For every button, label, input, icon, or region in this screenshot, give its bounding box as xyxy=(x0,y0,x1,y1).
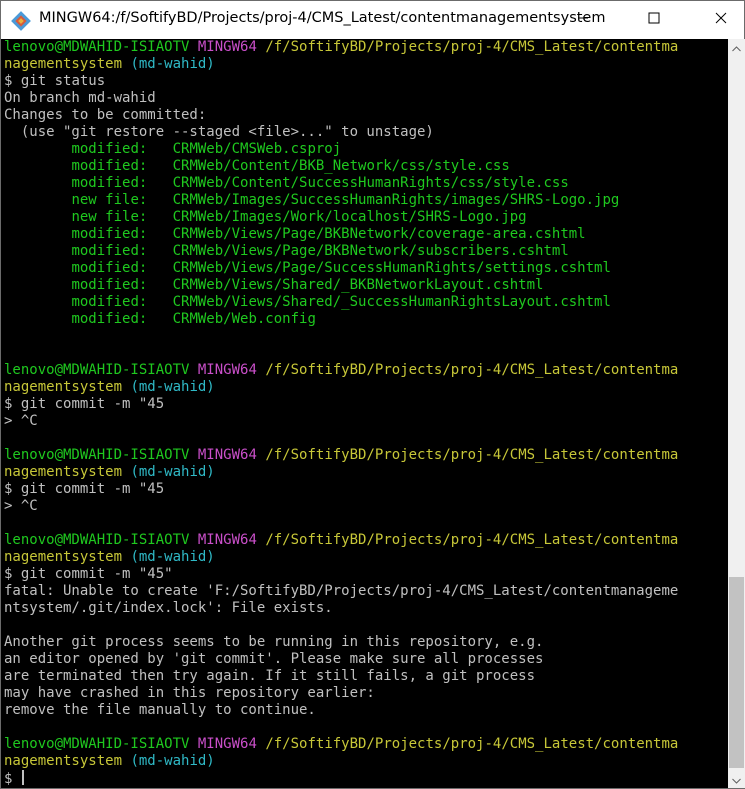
change-file: CRMWeb/CMSWeb.csproj xyxy=(172,141,342,157)
minimize-button[interactable] xyxy=(560,1,606,39)
change-file: CRMWeb/Content/BKB_Network/css/style.css xyxy=(172,158,510,174)
change-file: CRMWeb/Views/Shared/_SuccessHumanRightsL… xyxy=(172,294,611,310)
error-line: fatal: Unable to create 'F:/SoftifyBD/Pr… xyxy=(4,583,679,599)
prompt-line-wrap: nagementsystem (md-wahid) xyxy=(4,56,728,73)
command-line: $ git commit -m "45" xyxy=(4,566,173,582)
command-line: $ git status xyxy=(4,73,106,89)
change-type: modified: xyxy=(71,175,148,191)
change-file: CRMWeb/Views/Shared/_BKBNetworkLayout.cs… xyxy=(172,277,544,293)
close-button[interactable] xyxy=(698,1,744,39)
staged-change-item: modified: CRMWeb/Views/Shared/_BKBNetwor… xyxy=(4,277,728,294)
staged-change-item: modified: CRMWeb/Views/Shared/_SuccessHu… xyxy=(4,294,728,311)
git-bash-icon xyxy=(11,11,31,31)
close-icon xyxy=(715,11,727,29)
staged-changes-list: modified: CRMWeb/CMSWeb.csproj modified:… xyxy=(4,141,728,328)
command-line: $ git commit -m "45 xyxy=(4,396,165,412)
text-cursor xyxy=(21,770,24,785)
minimize-icon xyxy=(577,11,589,29)
error-line: an editor opened by 'git commit'. Please… xyxy=(4,651,544,667)
prompt-line: lenovo@MDWAHID-ISIAOTV MINGW64 /f/Softif… xyxy=(4,532,679,548)
staged-change-item: modified: CRMWeb/Views/Page/SuccessHuman… xyxy=(4,260,728,277)
command-text: git commit -m "45 xyxy=(20,396,165,412)
output-line: On branch md-wahid xyxy=(4,90,156,106)
change-file: CRMWeb/Web.config xyxy=(172,311,316,327)
change-type: new file: xyxy=(71,192,148,208)
change-file: CRMWeb/Images/SuccessHumanRights/images/… xyxy=(172,192,620,208)
prompt-env: MINGW64 xyxy=(197,39,257,55)
command-text: git commit -m "45 xyxy=(20,481,165,497)
change-type: modified: xyxy=(71,243,148,259)
output-line: (use "git restore --staged <file>..." to… xyxy=(4,124,434,140)
error-line: are terminated then try again. If it sti… xyxy=(4,668,536,684)
prompt-line-wrap: nagementsystem (md-wahid) xyxy=(4,549,215,565)
terminal-output[interactable]: lenovo@MDWAHID-ISIAOTV MINGW64 /f/Softif… xyxy=(1,39,728,788)
prompt-path-wrap: nagementsystem xyxy=(4,56,123,72)
prompt-line: lenovo@MDWAHID-ISIAOTV MINGW64 /f/Softif… xyxy=(4,447,679,463)
scroll-up-button[interactable] xyxy=(728,39,745,56)
change-file: CRMWeb/Content/SuccessHumanRights/css/st… xyxy=(172,175,569,191)
prompt-line-wrap: nagementsystem (md-wahid) xyxy=(4,464,215,480)
command-text: git status xyxy=(20,73,106,89)
change-type: modified: xyxy=(71,141,148,157)
output-line: > ^C xyxy=(4,413,38,429)
staged-change-item: modified: CRMWeb/Views/Page/BKBNetwork/s… xyxy=(4,243,728,260)
staged-change-item: modified: CRMWeb/CMSWeb.csproj xyxy=(4,141,728,158)
change-file: CRMWeb/Views/Page/BKBNetwork/subscribers… xyxy=(172,243,569,259)
change-type: modified: xyxy=(71,158,148,174)
error-line: Another git process seems to be running … xyxy=(4,634,544,650)
chevron-down-icon xyxy=(732,771,741,789)
prompt-line: lenovo@MDWAHID-ISIAOTV MINGW64 /f/Softif… xyxy=(4,362,679,378)
scroll-thumb[interactable] xyxy=(729,577,744,768)
prompt-line: lenovo@MDWAHID-ISIAOTV MINGW64 /f/Softif… xyxy=(4,736,679,752)
change-type: modified: xyxy=(71,226,148,242)
error-line xyxy=(4,617,728,634)
change-file: CRMWeb/Views/Page/BKBNetwork/coverage-ar… xyxy=(172,226,586,242)
prompt-user: lenovo@MDWAHID-ISIAOTV xyxy=(4,39,190,55)
prompt-branch: (md-wahid) xyxy=(130,56,215,72)
staged-change-item: modified: CRMWeb/Content/SuccessHumanRig… xyxy=(4,175,728,192)
error-line: remove the file manually to continue. xyxy=(4,702,316,718)
prompt-line: lenovo@MDWAHID-ISIAOTV MINGW64 /f/Softif… xyxy=(4,39,728,56)
output-line: Changes to be committed: xyxy=(4,107,207,123)
prompt-path: /f/SoftifyBD/Projects/proj-4/CMS_Latest/… xyxy=(265,39,679,55)
active-command-line[interactable]: $ xyxy=(4,770,728,787)
change-type: modified: xyxy=(71,294,148,310)
change-type: modified: xyxy=(71,311,148,327)
command-line: $ git commit -m "45 xyxy=(4,481,165,497)
title-bar[interactable]: MINGW64:/f/SoftifyBD/Projects/proj-4/CMS… xyxy=(1,1,744,39)
prompt-line-wrap: nagementsystem (md-wahid) xyxy=(4,753,215,769)
staged-change-item: modified: CRMWeb/Content/BKB_Network/css… xyxy=(4,158,728,175)
vertical-scrollbar[interactable] xyxy=(728,39,745,788)
maximize-icon xyxy=(648,11,660,29)
change-file: CRMWeb/Images/Work/localhost/SHRS-Logo.j… xyxy=(172,209,527,225)
change-type: new file: xyxy=(71,209,148,225)
scroll-down-button[interactable] xyxy=(728,771,745,788)
error-line: ntsystem/.git/index.lock': File exists. xyxy=(4,600,333,616)
output-line: > ^C xyxy=(4,498,38,514)
change-type: modified: xyxy=(71,260,148,276)
command-text: git commit -m "45" xyxy=(20,566,173,582)
maximize-button[interactable] xyxy=(631,1,677,39)
window-title: MINGW64:/f/SoftifyBD/Projects/proj-4/CMS… xyxy=(39,10,606,26)
change-type: modified: xyxy=(71,277,148,293)
prompt-line-wrap: nagementsystem (md-wahid) xyxy=(4,379,215,395)
staged-change-item: new file: CRMWeb/Images/Work/localhost/S… xyxy=(4,209,728,226)
change-file: CRMWeb/Views/Page/SuccessHumanRights/set… xyxy=(172,260,611,276)
staged-change-item: modified: CRMWeb/Web.config xyxy=(4,311,728,328)
staged-change-item: new file: CRMWeb/Images/SuccessHumanRigh… xyxy=(4,192,728,209)
chevron-up-icon xyxy=(732,39,741,57)
staged-change-item: modified: CRMWeb/Views/Page/BKBNetwork/c… xyxy=(4,226,728,243)
error-line: may have crashed in this repository earl… xyxy=(4,685,375,701)
terminal-window: MINGW64:/f/SoftifyBD/Projects/proj-4/CMS… xyxy=(0,0,745,789)
